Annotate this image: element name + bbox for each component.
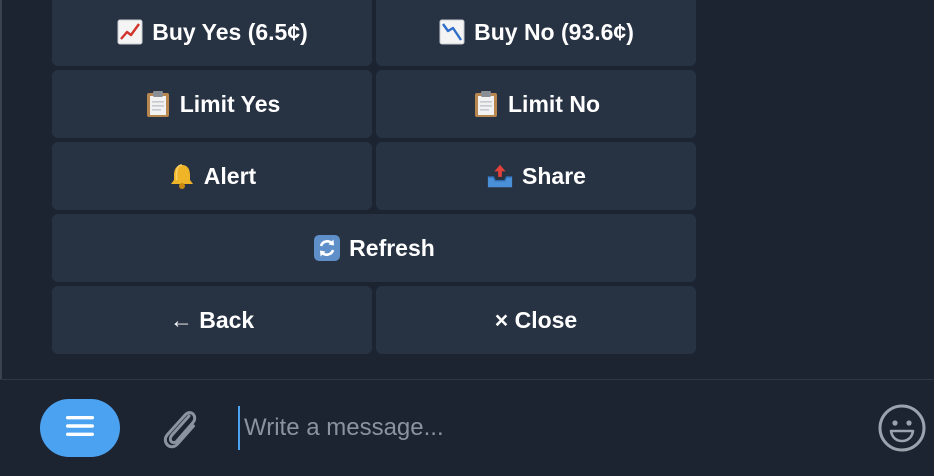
alert-button[interactable]: Alert [52,142,372,210]
outbox-tray-icon [486,162,514,190]
clipboard-icon [144,90,172,118]
message-input[interactable] [238,406,838,450]
buy-no-label: Buy No (93.6¢) [474,18,634,45]
paperclip-icon [156,411,204,458]
keyboard-row: Buy Yes (6.5¢) Buy No (93.6¢) [52,0,696,66]
back-button[interactable]: ← Back [52,286,372,354]
close-label: × Close [494,306,578,333]
keyboard-row: ← Back × Close [52,286,696,354]
menu-icon [64,414,96,443]
chat-window: Buy Yes (6.5¢) Buy No (93.6¢) Limit Yes … [0,0,934,476]
smiley-icon [876,404,928,458]
limit-yes-label: Limit Yes [179,90,281,117]
alert-label: Alert [203,162,257,189]
attach-button[interactable] [156,402,204,454]
share-button[interactable]: Share [376,142,696,210]
close-button[interactable]: × Close [376,286,696,354]
keyboard-row: Limit Yes Limit No [52,70,696,138]
arrows-cycle-icon [313,234,341,262]
inline-keyboard: Buy Yes (6.5¢) Buy No (93.6¢) Limit Yes … [52,0,696,358]
keyboard-row: Alert Share [52,142,696,210]
limit-yes-button[interactable]: Limit Yes [52,70,372,138]
bell-icon [168,162,196,190]
clipboard-icon [472,90,500,118]
share-label: Share [522,162,586,189]
buy-yes-button[interactable]: Buy Yes (6.5¢) [52,0,372,66]
chart-increasing-icon [116,18,144,46]
keyboard-row: Refresh [52,214,696,282]
refresh-label: Refresh [349,234,435,261]
back-label: ← Back [169,306,255,333]
limit-no-button[interactable]: Limit No [376,70,696,138]
limit-no-label: Limit No [508,90,600,117]
buy-yes-label: Buy Yes (6.5¢) [152,18,308,45]
bot-menu-button[interactable] [40,399,120,457]
emoji-button[interactable] [876,402,928,454]
refresh-button[interactable]: Refresh [52,214,696,282]
message-composer [0,380,934,476]
chart-decreasing-icon [438,18,466,46]
buy-no-button[interactable]: Buy No (93.6¢) [376,0,696,66]
